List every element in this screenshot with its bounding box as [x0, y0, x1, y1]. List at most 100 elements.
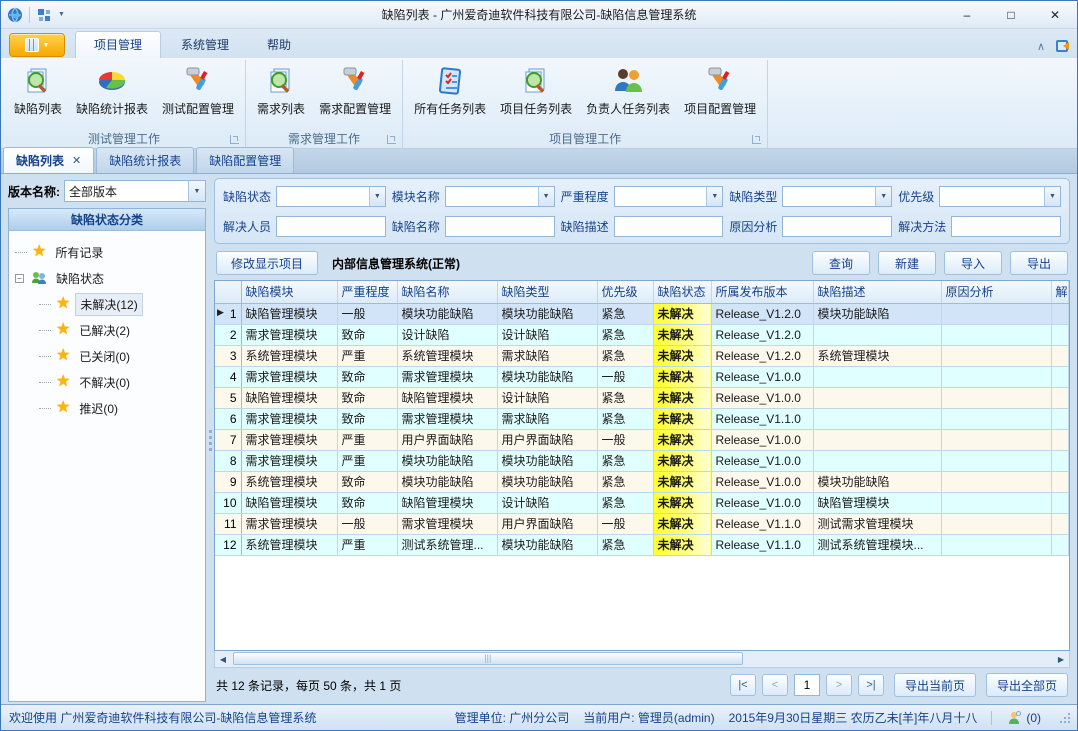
table-cell[interactable]: 模块功能缺陷 — [497, 450, 597, 471]
next-page-button[interactable]: > — [826, 674, 852, 696]
tree-item-unresolved[interactable]: ★ 未解决(12) — [39, 291, 201, 317]
defect-list-button[interactable]: 缺陷列表 — [7, 62, 69, 119]
module-name-combo[interactable]: ▼ — [445, 186, 555, 207]
defect-type-combo[interactable]: ▼ — [782, 186, 892, 207]
table-cell[interactable]: 缺陷管理模块 — [397, 387, 497, 408]
table-cell[interactable] — [941, 408, 1051, 429]
test-config-button[interactable]: 测试配置管理 — [155, 62, 241, 119]
table-cell[interactable]: 未解决 — [653, 534, 711, 555]
table-cell[interactable] — [1051, 492, 1069, 513]
chevron-down-icon[interactable]: ▼ — [1044, 187, 1060, 206]
close-button[interactable]: ✕ — [1033, 1, 1077, 28]
table-cell[interactable] — [941, 324, 1051, 345]
tree-item-wontfix[interactable]: ★ 不解决(0) — [39, 369, 201, 395]
priority-combo[interactable]: ▼ — [939, 186, 1061, 207]
chevron-down-icon[interactable]: ▼ — [706, 187, 722, 206]
table-cell[interactable]: 需求管理模块 — [241, 513, 337, 534]
table-cell[interactable]: 模块功能缺陷 — [397, 450, 497, 471]
tree-item-defect-status[interactable]: − 缺陷状态 — [15, 265, 201, 291]
table-cell[interactable] — [941, 513, 1051, 534]
column-header[interactable]: 缺陷状态 — [653, 281, 711, 303]
row-header[interactable]: 7 — [215, 429, 241, 450]
column-header[interactable]: 缺陷描述 — [813, 281, 941, 303]
table-cell[interactable]: Release_V1.0.0 — [711, 429, 813, 450]
table-cell[interactable]: 设计缺陷 — [397, 324, 497, 345]
row-header[interactable]: ▶1 — [215, 303, 241, 324]
resolver-input[interactable] — [277, 217, 385, 236]
table-cell[interactable]: 缺陷管理模块 — [397, 492, 497, 513]
table-cell[interactable]: 设计缺陷 — [497, 387, 597, 408]
table-cell[interactable]: 紧急 — [597, 345, 653, 366]
scroll-left-icon[interactable]: ◀ — [215, 655, 231, 664]
column-header[interactable]: 所属发布版本 — [711, 281, 813, 303]
table-cell[interactable]: 模块功能缺陷 — [813, 303, 941, 324]
table-cell[interactable]: 未解决 — [653, 303, 711, 324]
table-cell[interactable]: 需求管理模块 — [241, 366, 337, 387]
table-cell[interactable]: 需求管理模块 — [241, 450, 337, 471]
table-cell[interactable]: Release_V1.0.0 — [711, 492, 813, 513]
table-row[interactable]: 2需求管理模块致命设计缺陷设计缺陷紧急未解决Release_V1.2.0 — [215, 324, 1069, 345]
table-row[interactable]: 6需求管理模块致命需求管理模块需求缺陷紧急未解决Release_V1.1.0 — [215, 408, 1069, 429]
ribbon-tab-project[interactable]: 项目管理 — [75, 31, 161, 58]
table-cell[interactable]: 一般 — [597, 366, 653, 387]
table-cell[interactable]: 缺陷管理模块 — [241, 387, 337, 408]
table-cell[interactable]: 模块功能缺陷 — [497, 366, 597, 387]
help-icon[interactable] — [1055, 38, 1071, 54]
table-cell[interactable]: 测试需求管理模块 — [813, 513, 941, 534]
version-combo[interactable]: 全部版本 ▼ — [64, 180, 206, 202]
table-cell[interactable]: 未解决 — [653, 513, 711, 534]
dialog-launcher-icon[interactable] — [230, 135, 239, 144]
new-button[interactable]: 新建 — [878, 251, 936, 275]
table-cell[interactable]: 需求缺陷 — [497, 408, 597, 429]
table-row[interactable]: 8需求管理模块严重模块功能缺陷模块功能缺陷紧急未解决Release_V1.0.0 — [215, 450, 1069, 471]
table-cell[interactable]: 模块功能缺陷 — [497, 471, 597, 492]
table-cell[interactable]: 严重 — [337, 345, 397, 366]
row-header[interactable]: 4 — [215, 366, 241, 387]
table-cell[interactable]: 紧急 — [597, 534, 653, 555]
table-row[interactable]: 10缺陷管理模块致命缺陷管理模块设计缺陷紧急未解决Release_V1.0.0缺… — [215, 492, 1069, 513]
row-header[interactable]: 8 — [215, 450, 241, 471]
table-cell[interactable]: 用户界面缺陷 — [497, 513, 597, 534]
column-header[interactable]: 严重程度 — [337, 281, 397, 303]
table-cell[interactable]: 一般 — [597, 429, 653, 450]
table-cell[interactable]: 一般 — [337, 303, 397, 324]
row-header[interactable]: 2 — [215, 324, 241, 345]
table-cell[interactable]: 未解决 — [653, 387, 711, 408]
last-page-button[interactable]: >| — [858, 674, 884, 696]
table-cell[interactable]: 严重 — [337, 429, 397, 450]
table-cell[interactable]: 一般 — [597, 513, 653, 534]
table-row[interactable]: 11需求管理模块一般需求管理模块用户界面缺陷一般未解决Release_V1.1.… — [215, 513, 1069, 534]
table-cell[interactable]: Release_V1.1.0 — [711, 534, 813, 555]
tree-item-closed[interactable]: ★ 已关闭(0) — [39, 343, 201, 369]
table-cell[interactable] — [941, 450, 1051, 471]
table-cell[interactable] — [813, 408, 941, 429]
table-cell[interactable]: 模块功能缺陷 — [497, 303, 597, 324]
table-cell[interactable]: 一般 — [337, 513, 397, 534]
table-cell[interactable]: 用户界面缺陷 — [397, 429, 497, 450]
column-header[interactable]: 缺陷模块 — [241, 281, 337, 303]
table-cell[interactable]: 未解决 — [653, 471, 711, 492]
export-button[interactable]: 导出 — [1010, 251, 1068, 275]
defect-name-input[interactable] — [446, 217, 554, 236]
query-button[interactable]: 查询 — [812, 251, 870, 275]
row-header[interactable]: 12 — [215, 534, 241, 555]
table-row[interactable]: 5缺陷管理模块致命缺陷管理模块设计缺陷紧急未解决Release_V1.0.0 — [215, 387, 1069, 408]
table-cell[interactable]: Release_V1.2.0 — [711, 324, 813, 345]
table-cell[interactable]: 未解决 — [653, 345, 711, 366]
table-cell[interactable]: 缺陷管理模块 — [241, 492, 337, 513]
tree-item-resolved[interactable]: ★ 已解决(2) — [39, 317, 201, 343]
table-cell[interactable]: 未解决 — [653, 492, 711, 513]
defect-desc-input[interactable] — [615, 217, 723, 236]
export-all-pages-button[interactable]: 导出全部页 — [986, 673, 1068, 697]
skin-chooser-icon[interactable] — [36, 7, 52, 23]
doc-tab-defect-report[interactable]: 缺陷统计报表 — [96, 147, 194, 173]
table-cell[interactable]: 紧急 — [597, 450, 653, 471]
row-header[interactable]: 9 — [215, 471, 241, 492]
row-header[interactable]: 11 — [215, 513, 241, 534]
prev-page-button[interactable]: < — [762, 674, 788, 696]
table-cell[interactable]: 缺陷管理模块 — [813, 492, 941, 513]
table-cell[interactable]: 测试系统管理... — [397, 534, 497, 555]
ribbon-tab-system[interactable]: 系统管理 — [163, 32, 247, 58]
table-cell[interactable]: 需求管理模块 — [241, 429, 337, 450]
table-cell[interactable]: 紧急 — [597, 408, 653, 429]
